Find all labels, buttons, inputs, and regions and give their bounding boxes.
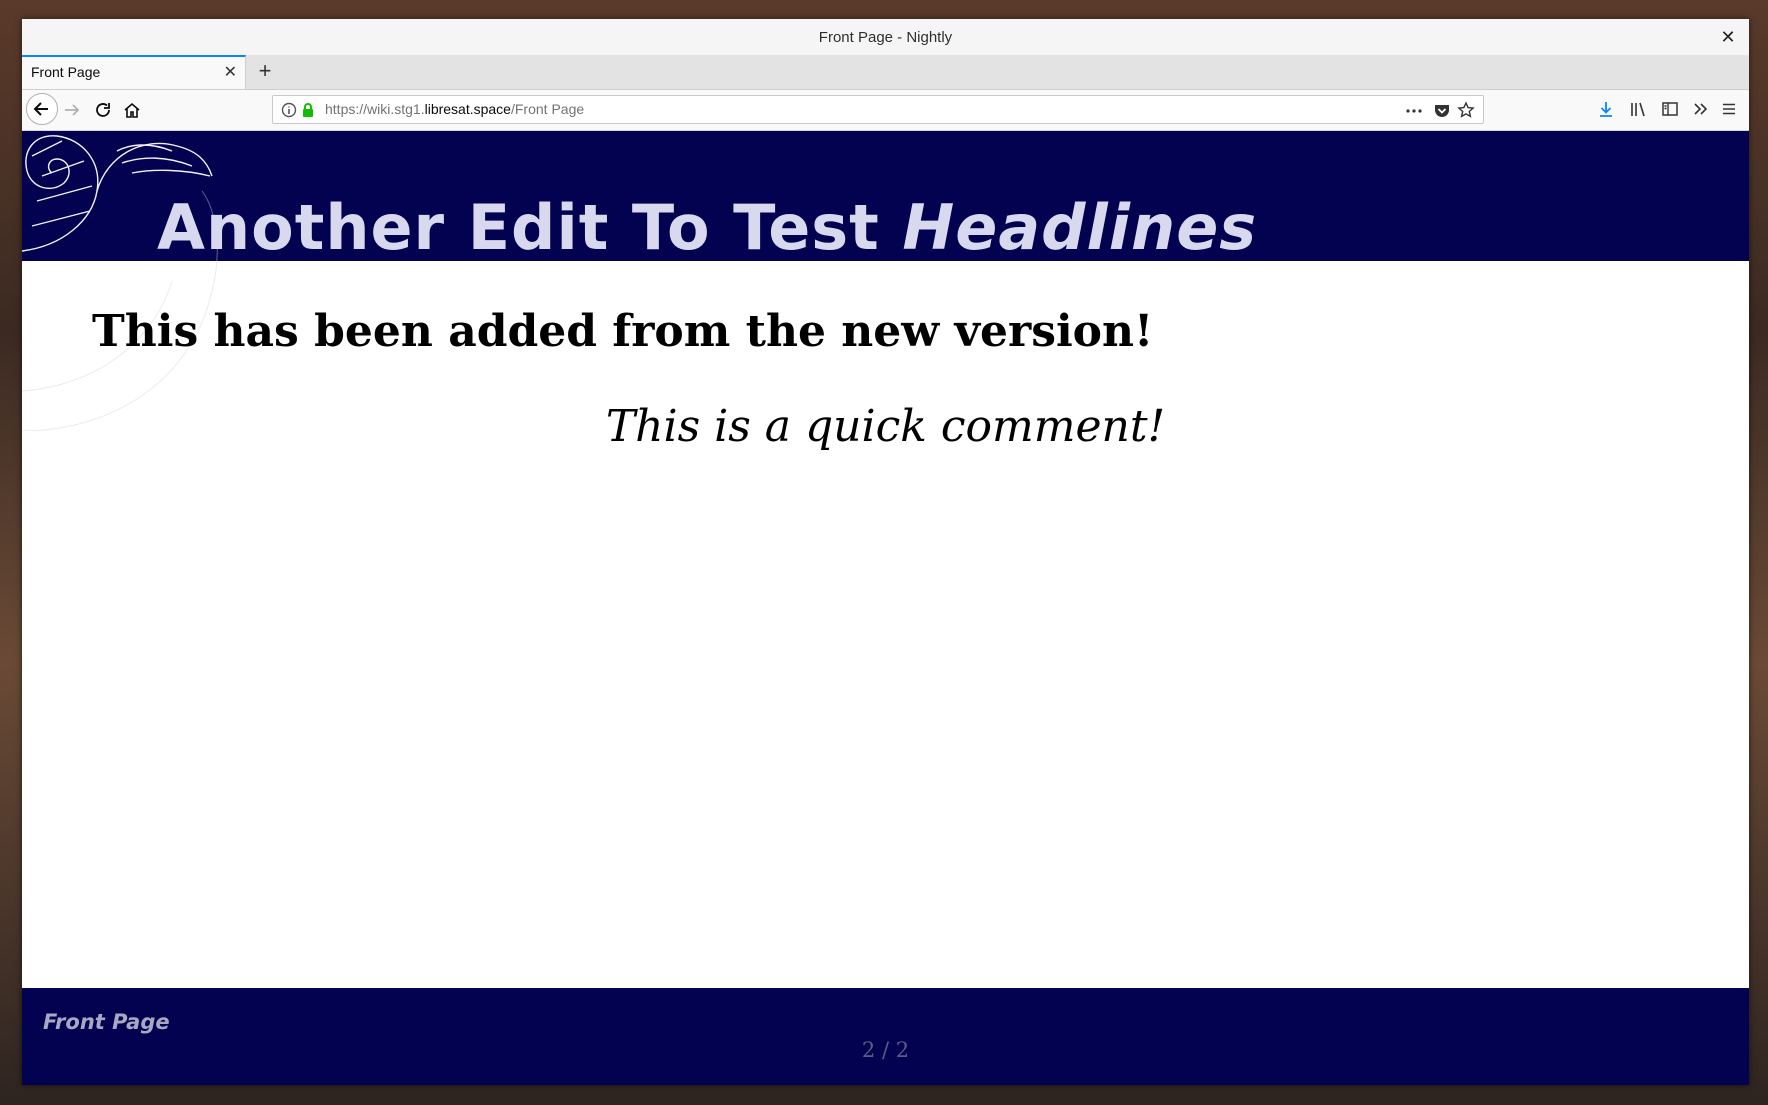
sidebar-button[interactable] [1658,97,1682,121]
forward-button[interactable] [59,97,85,123]
info-icon[interactable] [280,101,298,119]
new-tab-icon[interactable]: + [252,58,278,84]
navigation-toolbar: https://wiki.stg1.libresat.space/Front P… [22,90,1749,131]
lock-icon[interactable] [299,101,317,119]
page-content: Another Edit To Test Headlines This has … [22,131,1749,1085]
url-domain: libresat.space [424,101,511,117]
forward-icon [65,104,80,116]
reload-icon [96,103,110,117]
tab-strip: Front Page ✕ + [22,55,1749,90]
window-title: Front Page - Nightly [818,28,953,46]
sidebar-icon [1662,102,1678,116]
home-icon [124,102,140,118]
browser-window: Front Page - Nightly ✕ Front Page ✕ + ht… [22,19,1749,1085]
page-title-italic: Headlines [902,191,1258,264]
nautilus-shell-icon [22,135,218,431]
window-close-icon[interactable]: ✕ [1717,26,1739,48]
page-headline: This has been added from the new version… [92,306,1154,357]
overflow-icon [1694,103,1708,115]
back-icon [33,102,48,116]
url-text[interactable]: https://wiki.stg1.libresat.space/Front P… [325,101,584,117]
star-icon[interactable] [1457,101,1475,119]
url-bar[interactable]: https://wiki.stg1.libresat.space/Front P… [272,95,1484,124]
url-prefix: https://wiki.stg1. [325,101,425,117]
url-path: /Front Page [510,101,585,117]
back-button[interactable] [26,93,58,125]
tab-close-icon[interactable]: ✕ [224,62,237,82]
home-button[interactable] [119,97,145,123]
page-footer: Front Page 2 / 2 [22,988,1749,1085]
menu-icon [1723,103,1735,115]
library-button[interactable] [1626,97,1650,121]
reload-button[interactable] [90,97,116,123]
download-button[interactable] [1594,97,1618,121]
tab-label: Front Page [31,64,101,80]
menu-button[interactable] [1717,97,1741,121]
page-title-main: Another Edit To Test [157,191,903,264]
pocket-icon[interactable] [1433,101,1451,119]
title-bar: Front Page - Nightly ✕ [22,19,1749,56]
page-header: Another Edit To Test Headlines [22,131,1749,431]
download-icon [1600,102,1612,117]
tab-front-page[interactable]: Front Page ✕ [22,55,246,89]
footer-title: Front Page [43,1010,170,1034]
page-title: Another Edit To Test Headlines [157,191,1257,264]
library-icon [1631,102,1645,117]
page-count: 2 / 2 [861,1038,910,1062]
more-icon[interactable] [1405,102,1423,120]
page-comment: This is a quick comment! [605,401,1166,452]
overflow-button[interactable] [1689,97,1713,121]
